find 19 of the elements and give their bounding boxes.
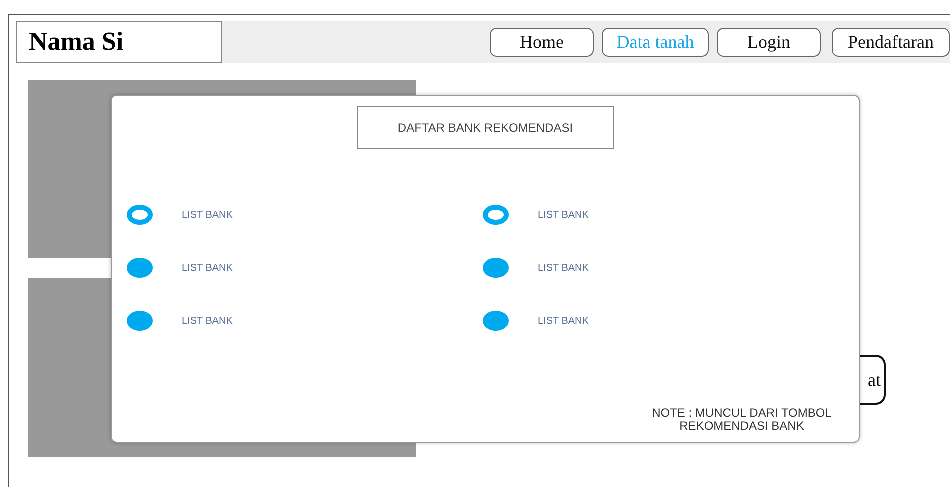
radio-button[interactable]: [483, 311, 509, 331]
note-text: NOTE : MUNCUL DARI TOMBOL REKOMENDASI BANK: [651, 407, 833, 433]
option-label: LIST BANK: [538, 210, 589, 220]
action-button[interactable]: at: [859, 355, 886, 405]
nav-button[interactable]: Pendaftaran: [832, 28, 950, 56]
radio-button[interactable]: [127, 258, 153, 278]
option-label: LIST BANK: [538, 262, 589, 274]
option-label: LIST BANK: [182, 210, 233, 220]
modal-title: DAFTAR BANK REKOMENDASI: [357, 106, 614, 149]
radio-button[interactable]: [483, 258, 509, 278]
option-label: LIST BANK: [182, 262, 233, 274]
radio-button[interactable]: [127, 205, 153, 225]
nav-button[interactable]: Home: [490, 28, 594, 56]
option-label: LIST BANK: [182, 316, 233, 326]
nav-button[interactable]: Login: [717, 28, 821, 56]
option-label: LIST BANK: [538, 316, 589, 326]
radio-button[interactable]: [483, 205, 509, 225]
radio-button[interactable]: [127, 311, 153, 331]
site-logo: Nama Si: [16, 21, 222, 63]
